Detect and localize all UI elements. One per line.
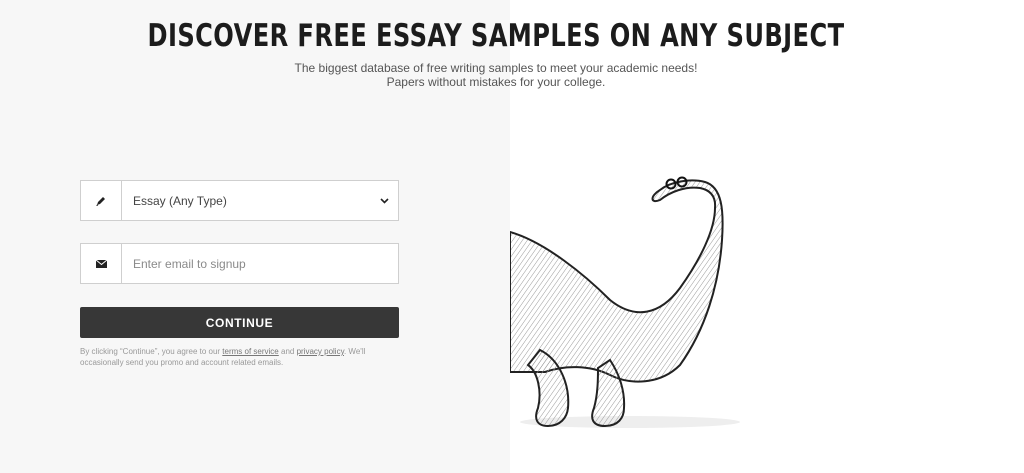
legal-and: and	[278, 347, 297, 356]
terms-of-service-link[interactable]: terms of service	[222, 347, 278, 356]
paper-type-select[interactable]: Essay (Any Type)	[80, 180, 399, 221]
legal-prefix: By clicking “Continue”, you agree to our	[80, 347, 223, 356]
email-input[interactable]	[122, 245, 398, 282]
dinosaur-illustration	[510, 176, 740, 428]
page-title: DISCOVER FREE ESSAY SAMPLES ON ANY SUBJE…	[147, 18, 845, 54]
paper-type-value: Essay (Any Type)	[133, 193, 227, 208]
chevron-down-icon	[370, 197, 398, 204]
continue-button[interactable]: CONTINUE	[80, 307, 399, 338]
email-field-wrapper	[80, 243, 399, 284]
subtitle-line-1: The biggest database of free writing sam…	[294, 61, 698, 75]
subtitle-line-2: Papers without mistakes for your college…	[386, 75, 606, 89]
privacy-policy-link[interactable]: privacy policy	[297, 347, 344, 356]
page-subtitle: The biggest database of free writing sam…	[0, 61, 992, 89]
envelope-icon	[81, 244, 122, 283]
legal-notice: By clicking “Continue”, you agree to our…	[80, 347, 410, 368]
pen-icon	[81, 181, 122, 220]
